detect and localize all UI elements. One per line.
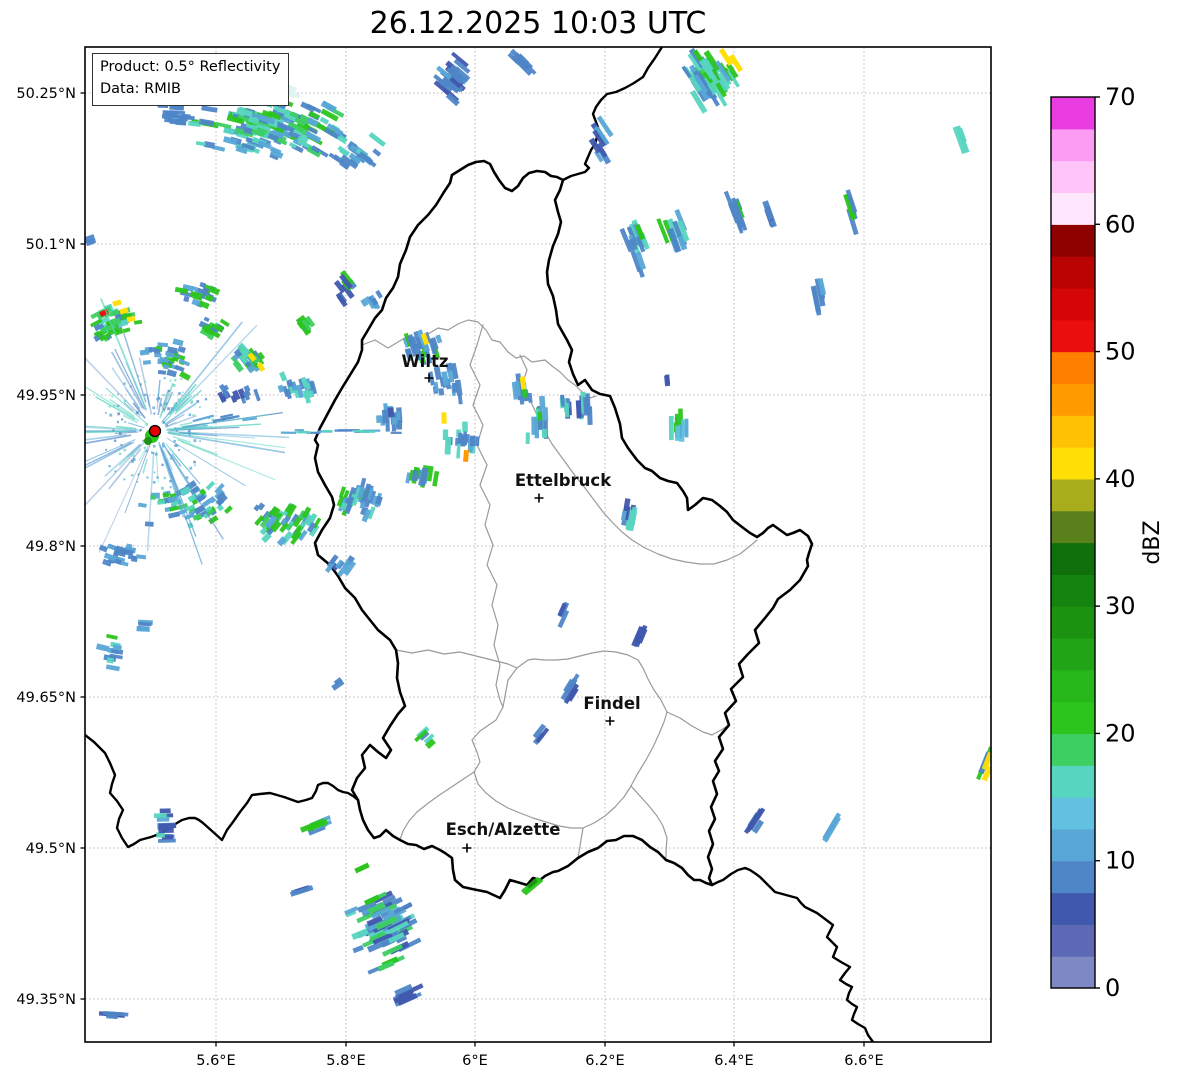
axis-ticks: 50.25°N 50.1°N 49.95°N 49.8°N 49.65°N 49.5°N 4… — [16, 86, 883, 1069]
lon-tick-label: 5.8°E — [326, 1053, 365, 1069]
colorbar-tick-label: 70 — [1105, 83, 1136, 111]
luxembourg-border — [315, 161, 812, 898]
map-borders — [85, 47, 873, 1042]
city-label: Ettelbruck — [515, 471, 612, 490]
data-source-line: Data: RMIB — [100, 79, 280, 101]
lat-tick-label: 50.25°N — [16, 86, 76, 102]
city-label: Wiltz — [401, 352, 448, 371]
district-border — [578, 828, 583, 858]
colorbar-tick-label: 0 — [1105, 974, 1120, 1002]
colorbar-tick-label: 60 — [1105, 210, 1136, 238]
lat-tick-label: 49.95°N — [16, 388, 76, 404]
colorbar: 0 10 20 30 40 50 60 70 dBZ — [1051, 83, 1165, 1002]
lon-tick-label: 6.2°E — [585, 1053, 624, 1069]
colorbar-tick-label: 20 — [1105, 719, 1136, 747]
district-border — [396, 650, 517, 668]
district-border — [520, 355, 757, 564]
radar-site-dot — [150, 426, 161, 437]
lat-tick-label: 49.35°N — [16, 992, 76, 1008]
lon-tick-label: 6.4°E — [714, 1053, 753, 1069]
lat-tick-label: 49.5°N — [26, 841, 76, 857]
city-marker — [535, 494, 544, 503]
colorbar-tick-label: 50 — [1105, 338, 1136, 366]
colorbar-tick-label: 10 — [1105, 847, 1136, 875]
plot-frame — [85, 47, 991, 1042]
district-border — [667, 712, 729, 735]
gridlines — [85, 47, 991, 1042]
city-marker — [463, 844, 472, 853]
lon-tick-label: 6.6°E — [844, 1053, 883, 1069]
district-border — [472, 651, 667, 828]
neighbor-border — [563, 47, 662, 180]
product-line: Product: 0.5° Reflectivity — [100, 57, 280, 79]
map-canvas: WiltzEttelbruckFindelEsch/Alzette50.25°N… — [0, 0, 1184, 1081]
lon-tick-label: 6°E — [462, 1053, 488, 1069]
product-info-box: Product: 0.5° Reflectivity Data: RMIB — [92, 53, 289, 106]
lon-tick-label: 5.6°E — [196, 1053, 235, 1069]
city-label: Findel — [583, 694, 640, 713]
lat-tick-label: 49.8°N — [26, 539, 76, 555]
neighbor-border — [712, 868, 873, 1042]
lat-tick-label: 50.1°N — [26, 237, 76, 253]
city-label: Esch/Alzette — [446, 820, 561, 839]
colorbar-unit-label: dBZ — [1140, 520, 1165, 564]
city-marker — [606, 717, 615, 726]
radar-map-screen: 26.12.2025 10:03 UTC WiltzEttelbruckFind… — [0, 0, 1184, 1081]
colorbar-tick-label: 30 — [1105, 592, 1136, 620]
lat-tick-label: 49.65°N — [16, 690, 76, 706]
colorbar-tick-label: 40 — [1105, 465, 1136, 493]
